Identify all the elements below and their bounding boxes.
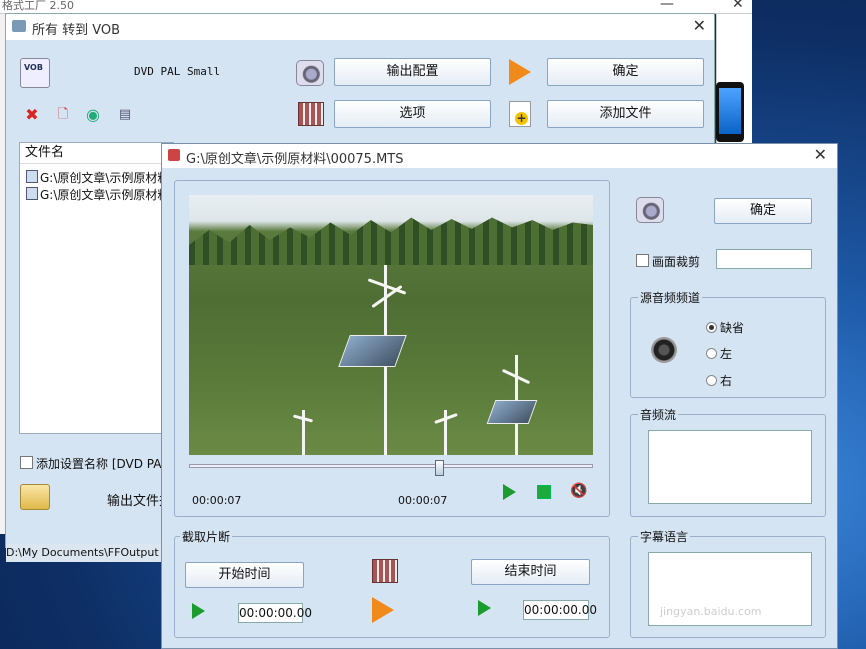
background-window-titlebar: 格式工厂 2.50 — ✕	[0, 0, 752, 14]
radio-button[interactable]	[706, 375, 717, 386]
format-label: DVD PAL Small	[134, 65, 221, 78]
vob-window-title: 所有 转到 VOB	[32, 23, 121, 38]
preview-ok-button[interactable]: 确定	[714, 198, 812, 224]
subtitle-label: 字幕语言	[638, 528, 691, 545]
channel-option-label: 左	[720, 347, 733, 361]
duration-time: 00:00:07	[398, 494, 448, 507]
preview-dialog-title: G:\原创文章\示例原材料\00075.MTS	[186, 152, 404, 167]
film-icon	[372, 559, 398, 583]
radio-button[interactable]	[706, 322, 717, 333]
folder-icon[interactable]	[20, 484, 50, 510]
options-button[interactable]: 选项	[334, 100, 491, 128]
mute-icon[interactable]: 🔇	[570, 483, 587, 499]
play-icon[interactable]	[503, 484, 516, 500]
position-slider[interactable]	[189, 464, 593, 468]
play-start-icon[interactable]	[192, 603, 205, 619]
list-item[interactable]: G:\原创文章\示例原材料	[26, 186, 174, 203]
phone-icon	[716, 82, 744, 142]
add-file-icon: +	[509, 101, 531, 127]
output-config-button[interactable]: 输出配置	[334, 58, 491, 86]
preview-dialog: G:\原创文章\示例原材料\00075.MTS ✕ 00:00:07 00:00…	[161, 143, 838, 649]
channel-option-left[interactable]: 左	[706, 345, 732, 362]
channel-option-right[interactable]: 右	[706, 372, 732, 389]
file-list-header[interactable]: 文件名	[20, 143, 178, 164]
crop-input[interactable]	[716, 249, 812, 269]
slider-thumb[interactable]	[434, 460, 444, 476]
camera-icon	[296, 60, 324, 86]
app-icon	[12, 20, 26, 32]
clear-list-icon[interactable]: 🗋	[54, 106, 72, 124]
end-time-button[interactable]: 结束时间	[471, 559, 590, 585]
current-time: 00:00:07	[192, 494, 242, 507]
add-setting-name-checkbox[interactable]: 添加设置名称 [DVD PAL	[20, 455, 168, 472]
info-icon[interactable]: ▤	[116, 106, 134, 124]
source-channel-label: 源音频频道	[638, 289, 703, 306]
crop-label: 画面裁剪	[652, 255, 701, 269]
vob-format-icon: VOB	[20, 58, 50, 88]
file-path: G:\原创文章\示例原材料	[40, 171, 170, 185]
background-window-title: 格式工厂 2.50	[2, 0, 74, 12]
remove-icon[interactable]: ✖	[23, 106, 41, 124]
play-end-icon[interactable]	[478, 600, 491, 616]
file-list[interactable]: 文件名 G:\原创文章\示例原材料 G:\原创文章\示例原材料	[19, 142, 178, 434]
close-icon[interactable]: ✕	[693, 16, 706, 35]
list-item[interactable]: G:\原创文章\示例原材料	[26, 169, 174, 186]
checkbox-box[interactable]	[636, 254, 649, 267]
status-path: D:\My Documents\FFOutput	[6, 544, 170, 562]
channel-option-label: 右	[720, 374, 733, 388]
end-time-input[interactable]: 00:00:00.00	[523, 600, 597, 620]
ok-button[interactable]: 确定	[547, 58, 704, 86]
arrow-icon	[372, 597, 394, 623]
clip-label: 截取片断	[180, 528, 233, 545]
add-file-button[interactable]: 添加文件	[547, 100, 704, 128]
close-icon[interactable]: ✕	[732, 0, 744, 12]
preview-dialog-titlebar[interactable]: G:\原创文章\示例原材料\00075.MTS ✕	[162, 144, 837, 168]
start-time-button[interactable]: 开始时间	[185, 562, 304, 588]
camera-icon	[636, 197, 664, 223]
film-icon	[298, 102, 324, 126]
crop-checkbox[interactable]: 画面裁剪	[636, 253, 700, 270]
close-icon[interactable]: ✕	[814, 145, 827, 164]
video-preview	[189, 195, 593, 455]
film-icon	[168, 149, 180, 161]
stop-icon[interactable]	[537, 485, 551, 499]
channel-option-default[interactable]: 缺省	[706, 319, 744, 336]
video-trees	[189, 217, 593, 265]
checkbox-box[interactable]	[20, 456, 33, 469]
watermark-url: jingyan.baidu.com	[660, 605, 762, 618]
file-icon	[26, 170, 38, 183]
vob-format-icon-text: VOB	[24, 63, 43, 72]
speaker-icon	[651, 337, 677, 363]
start-time-input[interactable]: 00:00:00.00	[238, 603, 312, 623]
file-icon	[26, 187, 38, 200]
radio-button[interactable]	[706, 348, 717, 359]
add-setting-name-label: 添加设置名称 [DVD PAL	[36, 457, 169, 471]
vob-window-titlebar[interactable]: 所有 转到 VOB ✕	[6, 14, 714, 40]
minimize-icon[interactable]: —	[660, 0, 674, 12]
audio-stream-list[interactable]	[648, 430, 812, 504]
play-file-icon[interactable]: ◉	[84, 106, 102, 124]
channel-option-label: 缺省	[720, 321, 745, 335]
arrow-icon	[509, 59, 531, 85]
file-path: G:\原创文章\示例原材料	[40, 188, 170, 202]
watermark-logo: Baidu经验	[660, 581, 775, 606]
audio-stream-label: 音频流	[638, 406, 679, 423]
